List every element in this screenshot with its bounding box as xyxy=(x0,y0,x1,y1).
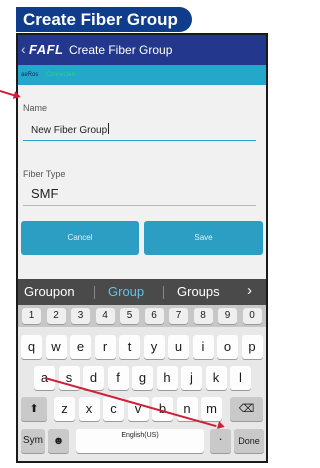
key-f[interactable]: f xyxy=(107,366,129,390)
section-banner: Create Fiber Group xyxy=(0,0,272,33)
back-chevron-icon[interactable]: ‹ xyxy=(21,41,26,57)
key-h[interactable]: h xyxy=(156,366,178,390)
shift-icon[interactable]: ⬆ xyxy=(21,397,47,421)
device-name: aeRos xyxy=(21,72,39,78)
suggestion-bar: Groupon Group Groups › xyxy=(18,279,266,305)
key-1[interactable]: 1 xyxy=(22,308,41,324)
name-input[interactable]: New Fiber Group xyxy=(23,123,256,141)
done-button[interactable]: Done xyxy=(234,429,264,453)
key-w[interactable]: w xyxy=(45,335,67,359)
key-k[interactable]: k xyxy=(205,366,227,390)
afl-logo: FAFL xyxy=(29,42,64,57)
soft-keyboard: 1234567890qwertyuiopasdfghjkl⬆zxcvbnm⌫Sy… xyxy=(18,305,266,461)
key-0[interactable]: 0 xyxy=(242,308,262,324)
key-g[interactable]: g xyxy=(132,366,153,390)
suggestion-item-selected[interactable]: Group xyxy=(108,285,144,299)
suggestion-divider xyxy=(94,286,95,299)
fiber-type-label: Fiber Type xyxy=(23,169,66,179)
chevron-right-icon[interactable]: › xyxy=(247,283,252,299)
key-y[interactable]: y xyxy=(143,335,165,359)
name-label: Name xyxy=(23,103,48,113)
key-j[interactable]: j xyxy=(181,366,202,390)
key-6[interactable]: 6 xyxy=(144,308,164,324)
period-key[interactable]: . xyxy=(210,429,231,453)
key-i[interactable]: i xyxy=(192,335,214,359)
key-9[interactable]: 9 xyxy=(218,308,237,324)
key-3[interactable]: 3 xyxy=(71,308,90,324)
save-button[interactable]: Save xyxy=(144,221,263,255)
key-t[interactable]: t xyxy=(119,335,140,359)
suggestion-item[interactable]: Groupon xyxy=(24,285,75,299)
key-z[interactable]: z xyxy=(54,397,75,421)
key-o[interactable]: o xyxy=(217,335,238,359)
space-bar[interactable]: English(US) xyxy=(76,429,204,453)
suggestion-divider xyxy=(163,286,164,299)
key-4[interactable]: 4 xyxy=(95,308,115,324)
key-x[interactable]: x xyxy=(78,397,100,421)
key-d[interactable]: d xyxy=(83,366,104,390)
backspace-icon[interactable]: ⌫ xyxy=(230,397,263,421)
connection-status: Connected xyxy=(46,72,76,78)
fiber-type-select[interactable]: SMF xyxy=(23,184,256,206)
text-cursor xyxy=(108,123,110,134)
connection-status-bar: aeRos Connected xyxy=(18,65,266,85)
key-5[interactable]: 5 xyxy=(120,308,139,324)
suggestion-item[interactable]: Groups xyxy=(177,285,220,299)
app-bar-title: Create Fiber Group xyxy=(69,43,173,57)
key-7[interactable]: 7 xyxy=(169,308,188,324)
key-u[interactable]: u xyxy=(168,335,189,359)
key-p[interactable]: p xyxy=(241,335,263,359)
key-l[interactable]: l xyxy=(230,366,251,390)
create-group-form: Name New Fiber Group Fiber Type SMF Canc… xyxy=(18,85,266,279)
banner-title: Create Fiber Group xyxy=(23,10,178,29)
sym-key[interactable]: Sym xyxy=(21,429,45,453)
key-8[interactable]: 8 xyxy=(193,308,213,324)
key-r[interactable]: r xyxy=(94,335,116,359)
name-input-value: New Fiber Group xyxy=(31,125,108,136)
cancel-button[interactable]: Cancel xyxy=(21,221,139,255)
phone-screen: ‹ FAFL Create Fiber Group aeRos Connecte… xyxy=(16,33,268,463)
key-m[interactable]: m xyxy=(201,397,222,421)
app-bar: ‹ FAFL Create Fiber Group xyxy=(18,35,266,65)
key-e[interactable]: e xyxy=(70,335,91,359)
emoji-key[interactable]: ☻ xyxy=(48,429,69,453)
key-q[interactable]: q xyxy=(21,335,42,359)
key-2[interactable]: 2 xyxy=(46,308,66,324)
